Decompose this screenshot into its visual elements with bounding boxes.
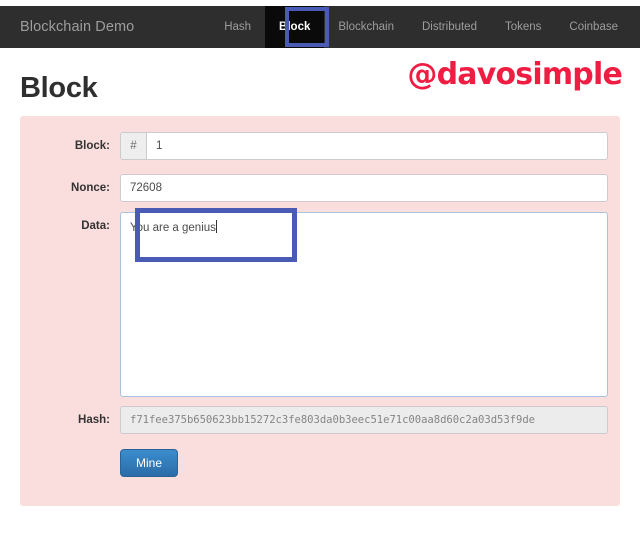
- mine-button[interactable]: Mine: [120, 449, 179, 477]
- data-textarea[interactable]: You are a genius: [120, 212, 608, 397]
- hash-sign-icon: #: [120, 132, 146, 160]
- nonce-input[interactable]: 72608: [120, 174, 608, 202]
- navbar: Blockchain Demo Hash Block Blockchain Di…: [0, 6, 640, 48]
- block-number-input[interactable]: 1: [146, 132, 608, 160]
- data-textarea-value: You are a genius: [130, 222, 216, 234]
- watermark-label: @davosimple: [407, 57, 622, 92]
- nav-item-coinbase[interactable]: Coinbase: [555, 6, 632, 48]
- hash-input-group: f71fee375b650623bb15272c3fe803da0b3eec51…: [120, 406, 608, 434]
- block-field-label: Block:: [74, 140, 110, 152]
- nav-item-hash[interactable]: Hash: [210, 6, 265, 48]
- nonce-field-row: Nonce: 72608: [20, 174, 620, 202]
- text-caret: [215, 220, 217, 233]
- nav-item-tokens[interactable]: Tokens: [491, 6, 555, 48]
- data-input-group: You are a genius: [120, 212, 608, 397]
- block-form-panel: Block: # 1 Nonce: 72608 Data: You are a …: [20, 116, 620, 506]
- hash-field-row: Hash: f71fee375b650623bb15272c3fe803da0b…: [20, 406, 620, 434]
- nav-item-block[interactable]: Block: [265, 6, 325, 48]
- mine-button-row: Mine: [20, 449, 620, 477]
- data-field-label: Data:: [81, 220, 110, 232]
- data-field-row: Data: You are a genius: [20, 212, 620, 397]
- nonce-input-group: 72608: [120, 174, 608, 202]
- block-field-row: Block: # 1: [20, 132, 620, 160]
- navbar-brand[interactable]: Blockchain Demo: [20, 19, 134, 35]
- hash-output-input[interactable]: f71fee375b650623bb15272c3fe803da0b3eec51…: [120, 406, 608, 434]
- nav-item-distributed[interactable]: Distributed: [408, 6, 491, 48]
- nonce-field-label: Nonce:: [71, 182, 110, 194]
- hash-field-label: Hash:: [78, 414, 110, 426]
- navbar-links: Hash Block Blockchain Distributed Tokens…: [210, 6, 632, 48]
- block-input-group: # 1: [120, 132, 608, 160]
- nav-item-blockchain[interactable]: Blockchain: [324, 6, 408, 48]
- page-title: Block: [20, 72, 98, 104]
